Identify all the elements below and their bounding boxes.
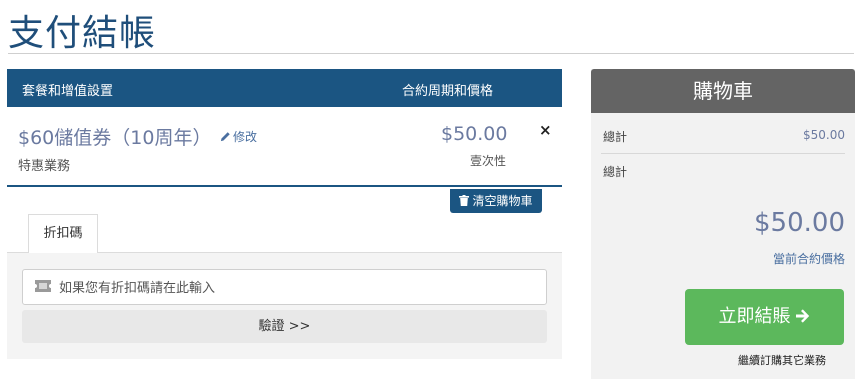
checkout-label: 立即結賬 <box>718 306 791 327</box>
edit-item-label: 修改 <box>233 130 258 144</box>
cart-item-price: $50.00 <box>441 123 508 145</box>
continue-shopping-link[interactable]: 繼續訂購其它業務 <box>738 352 826 368</box>
subtotal-label: 總計 <box>603 130 628 144</box>
pencil-icon <box>220 132 230 142</box>
cart-table-header: 套餐和增值設置 合約周期和價格 <box>7 69 562 107</box>
total-label: 總計 <box>603 165 628 179</box>
order-summary: 購物車 總計 $50.00 總計 $50.00 當前合約價格 立即結賬 繼續訂購… <box>591 69 855 379</box>
empty-cart-button[interactable]: 清空購物車 <box>450 189 542 213</box>
cart-item-group: 特惠業務 <box>18 159 71 174</box>
tab-promo-code[interactable]: 折扣碼 <box>28 214 98 253</box>
promo-code-input[interactable] <box>59 278 539 298</box>
cart-item-cycle: 壹次性 <box>470 154 507 168</box>
edit-item-link[interactable]: 修改 <box>220 128 257 145</box>
remove-item-button[interactable]: × <box>539 121 552 139</box>
cart-item: $60儲值券（10周年） 修改 特惠業務 $50.00 壹次性 × <box>7 107 562 187</box>
total-note: 當前合約價格 <box>772 252 845 266</box>
col-cycle-header: 合約周期和價格 <box>402 84 494 99</box>
promo-code-field[interactable] <box>22 269 547 305</box>
validate-code-button[interactable]: 驗證 >> <box>22 310 547 343</box>
title-divider <box>8 53 854 54</box>
summary-title: 購物車 <box>591 69 855 113</box>
empty-cart-label: 清空購物車 <box>472 194 533 208</box>
summary-divider <box>601 153 845 154</box>
col-product-header: 套餐和增值設置 <box>22 84 114 99</box>
arrow-right-icon <box>795 309 809 323</box>
total-value: $50.00 <box>754 208 845 238</box>
page-title: 支付結帳 <box>8 13 157 54</box>
subtotal-value: $50.00 <box>803 128 845 142</box>
cart-item-name: $60儲值券（10周年） <box>18 127 212 149</box>
trash-icon <box>459 195 470 206</box>
ticket-icon <box>35 280 51 292</box>
checkout-button[interactable]: 立即結賬 <box>685 289 844 345</box>
